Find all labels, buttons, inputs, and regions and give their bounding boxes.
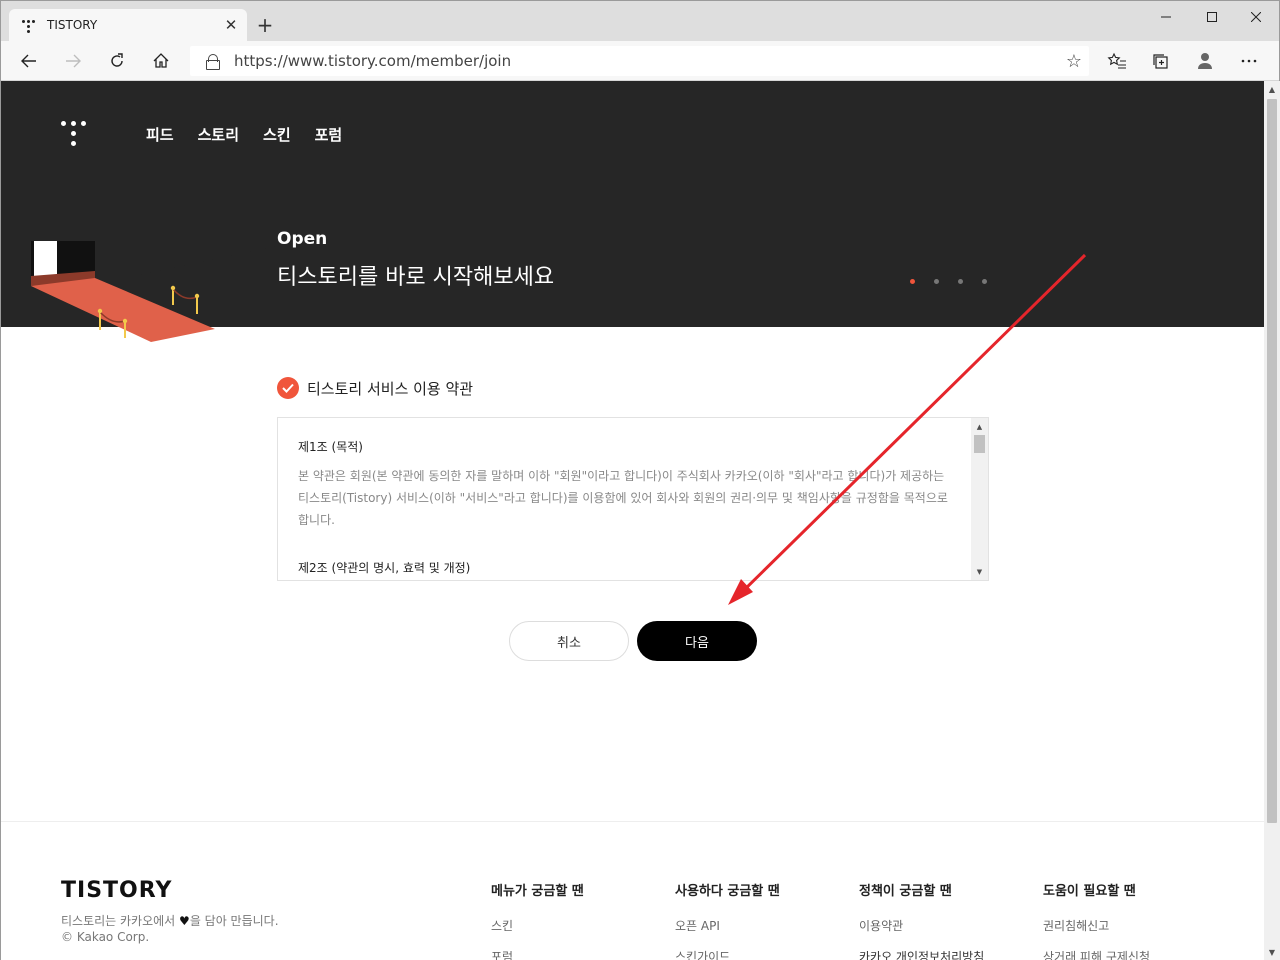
footer-column-policy: 정책이 궁금할 땐 이용약관 카카오 개인정보처리방침: [859, 880, 984, 960]
profile-button[interactable]: [1189, 45, 1221, 77]
tistory-logo-icon[interactable]: [61, 121, 87, 147]
footer-brand-logo[interactable]: TISTORY: [61, 878, 172, 903]
tab-title: TISTORY: [47, 18, 98, 32]
nav-item-feed[interactable]: 피드: [146, 124, 174, 145]
forward-arrow-icon: [66, 54, 81, 68]
footer-column-title: 도움이 필요할 땐: [1043, 884, 1136, 899]
home-button[interactable]: [145, 45, 177, 77]
footer-tagline-start: 티스토리는 카카오에서: [61, 914, 176, 928]
nav-item-forum[interactable]: 포럼: [315, 124, 343, 145]
footer-link[interactable]: 상거래 피해 구제신청: [1043, 948, 1150, 960]
footer-tagline-end: 을 담아 만듭니다.: [189, 914, 279, 928]
maximize-icon: [1207, 12, 1217, 22]
check-circle-icon[interactable]: [277, 377, 299, 399]
footer-copyright: © Kakao Corp.: [61, 930, 150, 944]
slide-dot[interactable]: [982, 279, 987, 284]
forward-button[interactable]: [57, 45, 89, 77]
cancel-button[interactable]: 취소: [509, 621, 629, 661]
footer-link[interactable]: 오픈 API: [675, 917, 780, 934]
back-button[interactable]: [13, 45, 45, 77]
nav-item-story[interactable]: 스토리: [198, 124, 239, 145]
footer-link[interactable]: 권리침해신고: [1043, 917, 1150, 934]
footer-link[interactable]: 스킨: [491, 917, 584, 934]
browser-window: TISTORY ✕ + https://www.tistory.com/memb…: [0, 0, 1280, 960]
tab-bar: TISTORY ✕ +: [1, 1, 1279, 41]
profile-avatar-icon: [1198, 53, 1212, 69]
minimize-button[interactable]: [1143, 1, 1189, 33]
footer-link[interactable]: 이용약관: [859, 917, 984, 934]
terms-article-1-text: 본 약관은 회원(본 약관에 동의한 자를 말하며 이하 "회원"이라고 합니다…: [298, 469, 948, 527]
next-button[interactable]: 다음: [637, 621, 757, 661]
footer-column-title: 사용하다 궁금할 땐: [675, 884, 780, 899]
favorites-button[interactable]: [1101, 45, 1133, 77]
hero-subtitle: Open: [277, 229, 328, 249]
back-arrow-icon: [21, 54, 36, 68]
maximize-button[interactable]: [1189, 1, 1235, 33]
collections-button[interactable]: [1145, 45, 1177, 77]
tab-tistory[interactable]: TISTORY ✕: [9, 9, 247, 41]
footer-link[interactable]: 카카오 개인정보처리방침: [859, 948, 984, 960]
tab-close-icon[interactable]: ✕: [219, 13, 243, 37]
address-bar[interactable]: https://www.tistory.com/member/join ☆: [190, 46, 1089, 76]
close-window-button[interactable]: [1233, 1, 1279, 33]
page-scroll-thumb[interactable]: [1267, 99, 1277, 823]
hero-title: 티스토리를 바로 시작해보세요: [277, 265, 555, 290]
terms-scroll-thumb[interactable]: [974, 435, 985, 453]
terms-scrollbar[interactable]: ▲ ▼: [971, 418, 988, 580]
footer-tagline: 티스토리는 카카오에서 ♥을 담아 만듭니다.: [61, 912, 279, 929]
footer-column-usage: 사용하다 궁금할 땐 오픈 API 스킨가이드: [675, 880, 780, 960]
more-dots-icon: [1241, 59, 1257, 63]
footer-column-title: 정책이 궁금할 땐: [859, 884, 952, 899]
heart-icon: ♥: [179, 914, 190, 928]
slide-dot[interactable]: [934, 279, 939, 284]
favorite-star-icon[interactable]: ☆: [1059, 51, 1089, 72]
footer-link[interactable]: 포럼: [491, 948, 584, 960]
url-text: https://www.tistory.com/member/join: [234, 52, 512, 70]
scroll-down-icon[interactable]: ▼: [1264, 944, 1280, 960]
collections-icon: [1153, 54, 1168, 69]
footer-link[interactable]: 스킨가이드: [675, 948, 780, 960]
footer-column-help: 도움이 필요할 땐 권리침해신고 상거래 피해 구제신청: [1043, 880, 1150, 960]
settings-more-button[interactable]: [1233, 45, 1265, 77]
terms-agree-row[interactable]: 티스토리 서비스 이용 약관: [277, 377, 473, 399]
door-carpet-illustration: [1, 241, 277, 342]
scroll-up-icon[interactable]: ▲: [971, 418, 988, 435]
terms-scroll-box[interactable]: 제1조 (목적) 본 약관은 회원(본 약관에 동의한 자를 말하며 이하 "회…: [277, 417, 989, 581]
scroll-up-icon[interactable]: ▲: [1264, 81, 1280, 97]
close-icon: [1251, 12, 1261, 22]
minimize-icon: [1161, 16, 1171, 18]
terms-article-2-title: 제2조 (약관의 명시, 효력 및 개정): [298, 561, 471, 575]
footer-column-title: 메뉴가 궁금할 땐: [491, 884, 584, 899]
scroll-down-icon[interactable]: ▼: [971, 563, 988, 580]
page-scrollbar[interactable]: ▲ ▼: [1264, 81, 1280, 960]
lock-icon: [206, 54, 220, 70]
terms-article-1-title: 제1조 (목적): [298, 440, 363, 454]
page-viewport: 피드 스토리 스킨 포럼 Open 티스토리를 바로 시작해보세요 티스토리 서…: [1, 81, 1264, 960]
address-toolbar: https://www.tistory.com/member/join ☆: [1, 41, 1279, 81]
tistory-favicon-icon: [21, 17, 37, 33]
slide-dot[interactable]: [958, 279, 963, 284]
slide-dot[interactable]: [910, 279, 915, 284]
main-nav: 피드 스토리 스킨 포럼: [146, 124, 342, 145]
home-icon: [153, 53, 169, 68]
terms-agree-label: 티스토리 서비스 이용 약관: [307, 379, 474, 398]
footer-column-menu: 메뉴가 궁금할 땐 스킨 포럼: [491, 880, 584, 960]
page-footer: TISTORY 티스토리는 카카오에서 ♥을 담아 만듭니다. © Kakao …: [1, 821, 1264, 960]
refresh-button[interactable]: [101, 45, 133, 77]
nav-item-skin[interactable]: 스킨: [263, 124, 291, 145]
favorites-list-icon: [1107, 52, 1126, 69]
slide-indicator: [910, 279, 987, 284]
refresh-icon: [111, 53, 123, 67]
new-tab-button[interactable]: +: [253, 13, 277, 37]
